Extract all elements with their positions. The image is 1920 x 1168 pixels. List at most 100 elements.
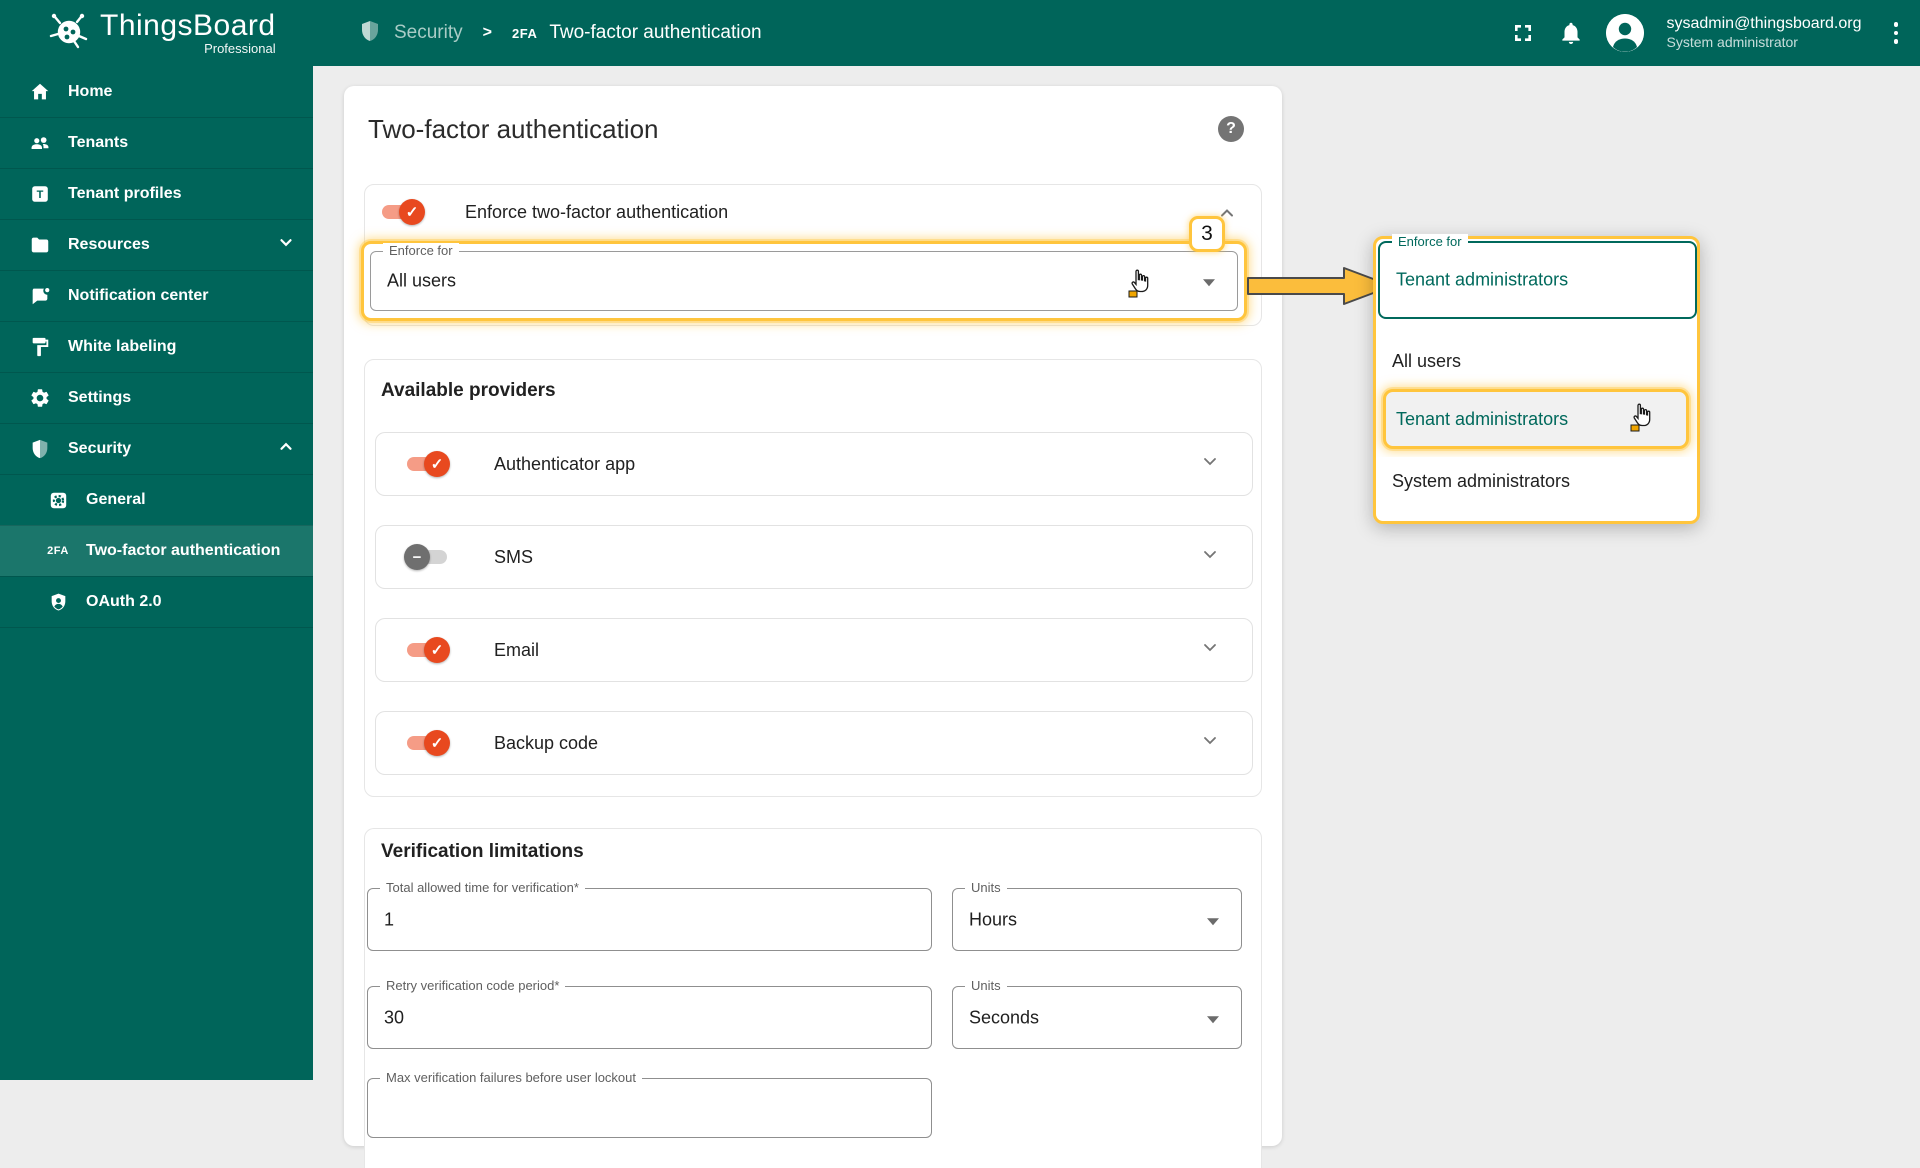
logo-title: ThingsBoard [100,9,276,43]
sidebar-item-white-labeling[interactable]: White labeling [0,321,313,372]
email-toggle[interactable] [404,637,450,663]
sidebar-item-oauth[interactable]: OAuth 2.0 [0,576,313,627]
sidebar-item-two-factor-authentication[interactable]: 2FA Two-factor authentication [0,525,313,576]
svg-text:T: T [37,189,44,201]
field-value: 30 [384,1007,404,1028]
enforce-2fa-toggle[interactable] [379,199,425,225]
retry-period-units-select[interactable]: Units Seconds [952,986,1242,1049]
sms-toggle[interactable] [404,544,450,570]
dropdown-caret-icon [1203,279,1215,286]
provider-label: SMS [494,547,533,568]
expand-chevron-down-icon[interactable] [1200,731,1220,756]
paint-format-icon [28,335,52,359]
verification-section: Verification limitations Total allowed t… [364,828,1262,1168]
field-label: Max verification failures before user lo… [380,1070,642,1085]
sidebar-item-label: Settings [68,389,131,407]
sidebar-nav: Home Tenants T Tenant profiles Resources [0,66,313,1080]
units-label: Units [965,978,1007,993]
page-title: Two-factor authentication [368,114,659,145]
sidebar-item-label: OAuth 2.0 [86,593,162,611]
option-system-administrators[interactable]: System administrators [1376,457,1697,505]
gear-badge-icon [46,488,70,512]
sidebar-item-label: Two-factor authentication [86,542,280,560]
max-failures-field[interactable]: Max verification failures before user lo… [367,1078,932,1138]
sidebar-item-home[interactable]: Home [0,66,313,117]
sidebar-item-notification-center[interactable]: Notification center [0,270,313,321]
user-avatar[interactable] [1606,14,1644,52]
chevron-down-icon[interactable] [277,234,295,257]
units-label: Units [965,880,1007,895]
annotation-highlight-box: Enforce for All users [361,241,1247,321]
sidebar-item-security-general[interactable]: General [0,474,313,525]
verification-heading: Verification limitations [381,841,584,863]
hand-cursor-icon [1128,268,1154,298]
retry-code-period-field[interactable]: Retry verification code period* 30 [367,986,932,1049]
user-role: System administrator [1666,34,1861,52]
people-icon [28,131,52,155]
breadcrumb: Security > 2FA Two-factor authentication [358,0,762,66]
step-number-badge: 3 [1189,216,1225,252]
check-icon [424,637,450,663]
shield-icon [28,437,52,461]
two-factor-settings-card: Two-factor authentication ? Enforce two-… [344,86,1282,1146]
expand-chevron-down-icon[interactable] [1200,545,1220,570]
units-value: Hours [969,909,1017,930]
home-icon [28,80,52,104]
tenant-profile-icon: T [28,182,52,206]
sidebar-item-security[interactable]: Security [0,423,313,474]
gear-icon [28,386,52,410]
sidebar-item-settings[interactable]: Settings [0,372,313,423]
breadcrumb-separator: > [483,24,492,42]
sidebar-item-label: Notification center [68,287,208,305]
minus-icon [404,544,430,570]
total-allowed-time-field[interactable]: Total allowed time for verification* 1 [367,888,932,951]
check-icon [424,730,450,756]
user-email: sysadmin@thingsboard.org [1666,14,1861,34]
dropdown-caret-icon [1207,918,1219,925]
provider-label: Backup code [494,733,598,754]
more-options-kebab-icon[interactable] [1890,18,1903,48]
enforce-section: Enforce two-factor authentication Enforc… [364,184,1262,326]
expand-chevron-down-icon[interactable] [1200,452,1220,477]
option-all-users[interactable]: All users [1376,337,1697,385]
enforce-for-dropdown-overlay: Enforce for Tenant administrators All us… [1373,236,1700,524]
chevron-up-icon[interactable] [277,438,295,461]
sidebar-item-label: Home [68,83,112,101]
folder-icon [28,233,52,257]
field-value: 1 [384,909,394,930]
dropdown-caret-icon [1207,1016,1219,1023]
total-time-units-select[interactable]: Units Hours [952,888,1242,951]
check-icon [424,451,450,477]
overlay-enforce-for-select[interactable]: Enforce for Tenant administrators [1378,241,1697,319]
notifications-bell-icon[interactable] [1558,20,1584,46]
bug-logo-icon [46,8,90,57]
enforce-for-select[interactable]: Enforce for All users [370,251,1238,311]
breadcrumb-current-page: Two-factor authentication [549,22,761,44]
authenticator-app-toggle[interactable] [404,451,450,477]
top-header-bar: ThingsBoard Professional Security > 2FA … [0,0,1920,66]
provider-row-sms: SMS [375,525,1253,589]
breadcrumb-security-link[interactable]: Security [394,22,463,44]
overlay-field-value: Tenant administrators [1396,270,1568,291]
help-icon[interactable]: ? [1218,116,1244,142]
backup-code-toggle[interactable] [404,730,450,756]
provider-row-authenticator-app: Authenticator app [375,432,1253,496]
enforce-toggle-label: Enforce two-factor authentication [465,202,728,223]
thingsboard-logo[interactable]: ThingsBoard Professional [46,8,276,57]
sidebar-item-tenant-profiles[interactable]: T Tenant profiles [0,168,313,219]
hand-cursor-icon [1630,402,1656,432]
provider-label: Email [494,640,539,661]
field-label: Total allowed time for verification* [380,880,585,895]
enforce-for-value: All users [387,271,456,292]
expand-chevron-down-icon[interactable] [1200,638,1220,663]
sidebar-item-label: Resources [68,236,150,254]
notification-center-icon [28,284,52,308]
sidebar-item-resources[interactable]: Resources [0,219,313,270]
sidebar-item-tenants[interactable]: Tenants [0,117,313,168]
main-content-area: Two-factor authentication ? Enforce two-… [313,66,1920,1080]
provider-label: Authenticator app [494,454,635,475]
units-value: Seconds [969,1007,1039,1028]
user-info: sysadmin@thingsboard.org System administ… [1666,14,1861,52]
fullscreen-icon[interactable] [1510,20,1536,46]
provider-row-backup-code: Backup code [375,711,1253,775]
